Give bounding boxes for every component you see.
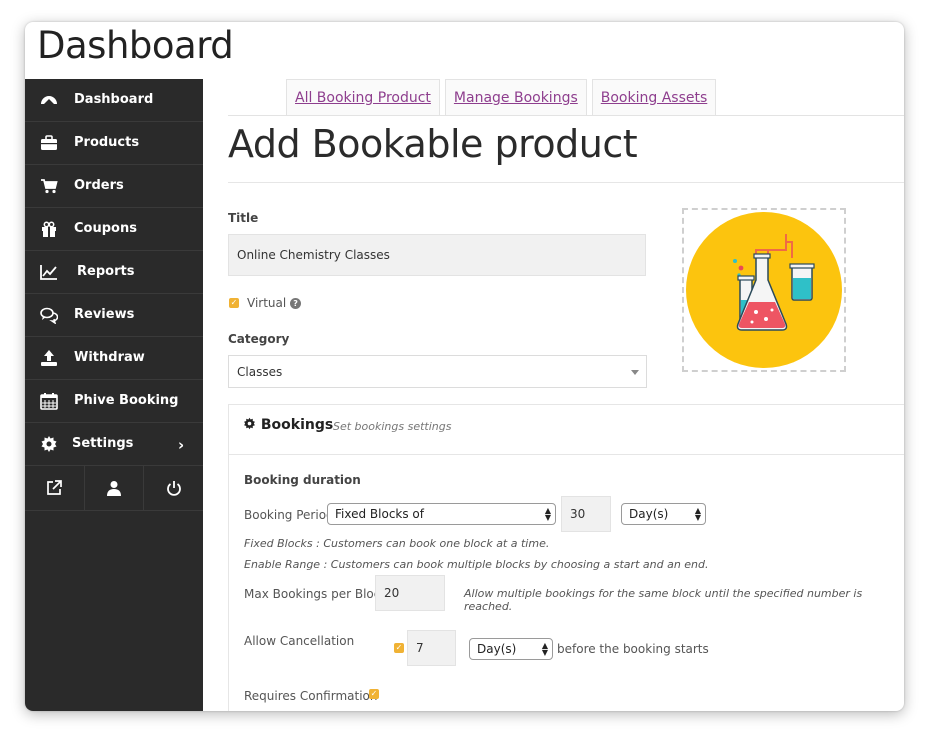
fixed-blocks-note: Fixed Blocks : Customers can book one bl… <box>244 537 550 550</box>
profile-button[interactable] <box>85 466 145 510</box>
cart-icon <box>41 179 58 194</box>
cancellation-unit-select[interactable]: Day(s) ▲ ▼ <box>469 638 553 660</box>
sidebar-item-products[interactable]: Products <box>25 122 203 165</box>
bookings-panel-divider <box>228 454 904 455</box>
sidebar: Dashboard Products Orders Coupons Report… <box>25 79 203 711</box>
booking-period-input[interactable]: 30 <box>561 496 611 532</box>
category-label: Category <box>228 332 290 346</box>
virtual-checkbox[interactable]: ✓ <box>229 298 239 308</box>
external-link-icon <box>47 480 63 495</box>
sidebar-item-dashboard[interactable]: Dashboard <box>25 79 203 122</box>
sidebar-item-label: Phive Booking <box>74 393 179 408</box>
tabs-divider <box>228 115 904 116</box>
product-image <box>686 212 842 368</box>
dashboard-title: Dashboard <box>37 24 234 67</box>
sidebar-item-withdraw[interactable]: Withdraw <box>25 337 203 380</box>
sidebar-bottom-actions <box>25 466 203 511</box>
cancellation-days-input[interactable]: 7 <box>407 630 456 666</box>
sidebar-item-label: Orders <box>74 178 124 193</box>
bookings-heading-wrap: Bookings <box>243 417 333 433</box>
sidebar-item-coupons[interactable]: Coupons <box>25 208 203 251</box>
page-title: Add Bookable product <box>228 122 638 166</box>
line-chart-icon <box>40 265 57 280</box>
user-icon <box>107 481 121 496</box>
gear-icon <box>244 417 255 430</box>
category-select[interactable]: Classes <box>228 355 647 388</box>
bookings-heading: Bookings <box>260 417 334 433</box>
sidebar-item-label: Coupons <box>74 221 137 236</box>
gift-icon <box>42 221 56 237</box>
booking-tabs: All Booking Product Manage Bookings Book… <box>286 79 721 116</box>
visit-store-button[interactable] <box>25 466 85 510</box>
sidebar-item-label: Reviews <box>74 307 135 322</box>
caret-down-icon <box>631 370 639 375</box>
app-window: Dashboard Dashboard Products Orders Coup… <box>25 22 904 711</box>
booking-period-unit-value: Day(s) <box>629 507 669 521</box>
updown-arrows-icon: ▲ ▼ <box>544 506 551 522</box>
bookings-subheading: Set bookings settings <box>333 420 452 433</box>
power-icon <box>166 481 181 496</box>
category-value: Classes <box>237 364 283 379</box>
sidebar-item-reviews[interactable]: Reviews <box>25 294 203 337</box>
booking-period-type-select[interactable]: Fixed Blocks of ▲ ▼ <box>327 503 556 525</box>
chemistry-flasks-icon <box>733 234 815 331</box>
chevron-right-icon: › <box>178 436 185 454</box>
cancellation-unit-value: Day(s) <box>477 642 517 656</box>
updown-arrows-icon: ▲ ▼ <box>694 506 701 522</box>
requires-confirmation-checkbox[interactable]: ✓ <box>369 689 379 699</box>
calendar-icon <box>40 393 58 410</box>
updown-arrows-icon: ▲ ▼ <box>541 641 548 657</box>
virtual-label: Virtual <box>247 296 287 310</box>
booking-period-label: Booking Period <box>244 508 334 522</box>
cancellation-suffix: before the booking starts <box>557 642 709 656</box>
booking-duration-label: Booking duration <box>244 473 361 487</box>
sidebar-item-label: Withdraw <box>74 350 145 365</box>
logout-button[interactable] <box>144 466 203 510</box>
sidebar-item-orders[interactable]: Orders <box>25 165 203 208</box>
enable-range-note: Enable Range : Customers can book multip… <box>244 558 709 571</box>
sidebar-item-label: Settings <box>72 436 134 451</box>
title-label: Title <box>228 211 259 225</box>
allow-cancellation-checkbox[interactable]: ✓ <box>394 643 404 653</box>
tab-manage-bookings[interactable]: Manage Bookings <box>444 79 587 116</box>
dashboard-gauge-icon <box>41 96 57 105</box>
title-divider <box>228 182 904 183</box>
gear-icon <box>41 436 57 452</box>
sidebar-item-label: Products <box>74 135 140 150</box>
sidebar-item-reports[interactable]: Reports <box>25 251 203 294</box>
title-input[interactable]: Online Chemistry Classes <box>228 234 646 276</box>
max-bookings-label: Max Bookings per Block <box>244 587 388 601</box>
upload-icon <box>41 350 57 366</box>
sidebar-item-phive-booking[interactable]: Phive Booking <box>25 380 203 423</box>
comments-icon <box>40 307 58 324</box>
help-icon[interactable]: ? <box>290 298 302 309</box>
max-bookings-input[interactable]: 20 <box>375 575 445 611</box>
product-image-upload[interactable] <box>682 208 846 372</box>
sidebar-item-settings[interactable]: Settings › <box>25 423 203 466</box>
booking-period-type-value: Fixed Blocks of <box>335 507 424 521</box>
tab-all-booking-product[interactable]: All Booking Product <box>286 79 440 116</box>
sidebar-item-label: Reports <box>77 264 135 279</box>
tab-booking-assets[interactable]: Booking Assets <box>591 79 717 116</box>
briefcase-icon <box>41 135 57 150</box>
max-bookings-note: Allow multiple bookings for the same blo… <box>464 587 863 613</box>
sidebar-item-label: Dashboard <box>74 92 154 107</box>
requires-confirmation-label: Requires Confirmation <box>244 689 378 703</box>
virtual-label-wrap: Virtual ? <box>247 296 302 310</box>
booking-period-unit-select[interactable]: Day(s) ▲ ▼ <box>621 503 706 525</box>
allow-cancellation-label: Allow Cancellation <box>244 634 355 648</box>
